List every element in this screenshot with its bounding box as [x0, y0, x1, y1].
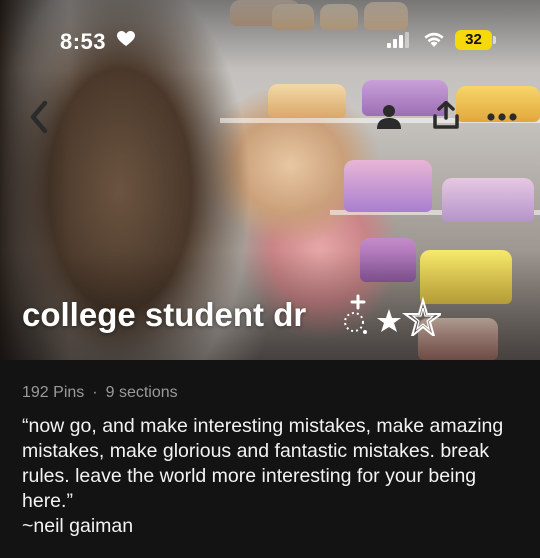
back-icon[interactable]	[26, 100, 52, 134]
board-info-panel: 192 Pins · 9 sections “now go, and make in…	[0, 360, 540, 558]
battery-tip	[493, 36, 496, 44]
meta-separator: ·	[92, 384, 98, 401]
board-title: college student dr	[22, 296, 307, 333]
cake	[268, 84, 346, 118]
wifi-icon	[424, 32, 444, 47]
pin-count: 192 Pins	[22, 384, 85, 401]
signal-icon	[387, 32, 409, 48]
board-meta: 192 Pins · 9 sections	[22, 384, 178, 402]
more-icon[interactable]	[487, 112, 517, 122]
heart-icon	[117, 31, 135, 46]
board-description: “now go, and make interesting mistakes, …	[22, 415, 504, 537]
share-icon[interactable]	[433, 101, 459, 129]
cake	[344, 160, 432, 212]
section-count[interactable]: 9 sections	[106, 384, 178, 401]
profile-icon[interactable]	[376, 103, 402, 129]
sparkle-star-icons	[344, 294, 441, 336]
status-bar: 8:53 32	[0, 0, 540, 60]
cake	[442, 178, 534, 222]
status-time: 8:53	[60, 29, 107, 54]
battery-icon: 32	[455, 30, 492, 50]
